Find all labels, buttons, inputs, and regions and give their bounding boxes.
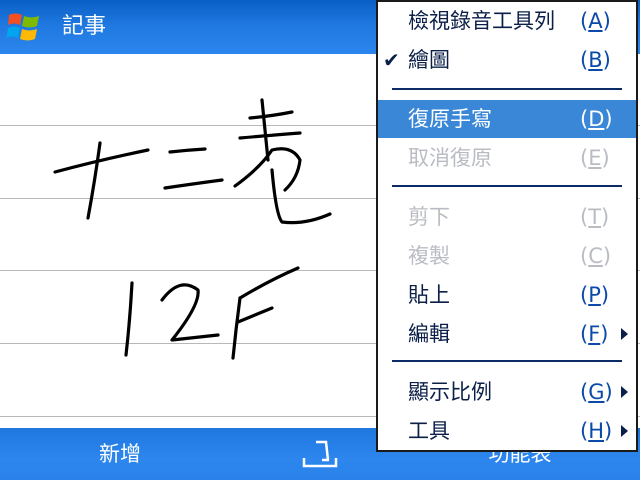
menu-item-label: 檢視錄音工具列 (408, 9, 555, 33)
shortcut-letter: B (588, 48, 603, 72)
submenu-arrow-icon (621, 425, 628, 437)
menu-item-shortcut: (H) (580, 412, 612, 450)
menu-item-shortcut: (A) (580, 2, 611, 40)
menu-item-cut: 剪下 (T) (378, 198, 636, 236)
context-menu: 檢視錄音工具列 (A) ✔ 繪圖 (B) 復原手寫 (D) 取消復原 (E) 剪下 (T) 複製 (C)… (376, 0, 638, 452)
menu-item-label: 貼上 (408, 283, 450, 307)
menu-item-copy: 複製 (C) (378, 237, 636, 275)
ink-stroke (236, 306, 274, 324)
shortcut-letter: D (588, 107, 605, 131)
shortcut-paren: ) (602, 244, 612, 268)
menu-item-label: 繪圖 (408, 48, 450, 72)
ink-stroke (238, 266, 300, 300)
new-softkey[interactable]: 新增 (0, 428, 240, 480)
menu-item-edit[interactable]: 編輯 (F) (378, 315, 636, 353)
menu-item-label: 編輯 (408, 322, 450, 346)
shortcut-paren: ( (580, 48, 589, 72)
menu-item-label: 工具 (408, 419, 450, 443)
shortcut-paren: ( (580, 107, 589, 131)
menu-item-shortcut: (B) (580, 41, 611, 79)
menu-item-tools[interactable]: 工具 (H) (378, 412, 636, 450)
shortcut-paren: ) (601, 205, 610, 229)
shortcut-paren: ) (604, 107, 613, 131)
shortcut-letter: G (588, 380, 605, 404)
shortcut-paren: ( (580, 244, 589, 268)
ink-stroke (270, 168, 332, 225)
shortcut-paren: ) (600, 322, 609, 346)
ink-stroke (168, 147, 207, 154)
ink-stroke (53, 148, 150, 174)
checkmark-icon: ✔ (383, 48, 400, 72)
menu-item-zoom[interactable]: 顯示比例 (G) (378, 373, 636, 411)
menu-item-view-recording-toolbar[interactable]: 檢視錄音工具列 (A) (378, 2, 636, 40)
menu-item-label: 復原手寫 (408, 107, 492, 131)
menu-item-label: 剪下 (408, 205, 450, 229)
keyboard-input-icon[interactable] (302, 438, 338, 472)
ink-stroke (160, 283, 220, 342)
shortcut-paren: ( (580, 205, 589, 229)
shortcut-paren: ( (580, 146, 589, 170)
submenu-arrow-icon (621, 386, 628, 398)
menu-item-shortcut: (E) (580, 139, 610, 177)
shortcut-paren: ( (580, 380, 589, 404)
shortcut-paren: ) (604, 380, 613, 404)
shortcut-paren: ) (602, 48, 611, 72)
menu-item-shortcut: (F) (580, 315, 609, 353)
ink-stroke (86, 141, 102, 220)
shortcut-letter: P (588, 283, 601, 307)
shortcut-paren: ) (602, 9, 611, 33)
shortcut-letter: C (588, 244, 603, 268)
menu-item-shortcut: (T) (580, 198, 609, 236)
ink-stroke (233, 147, 302, 192)
ink-stroke (260, 98, 270, 162)
shortcut-paren: ( (580, 322, 589, 346)
shortcut-letter: H (588, 419, 604, 443)
shortcut-letter: T (588, 205, 602, 229)
shortcut-letter: F (588, 322, 601, 346)
ink-stroke (248, 110, 294, 120)
shortcut-paren: ) (601, 146, 610, 170)
menu-item-drawing[interactable]: ✔ 繪圖 (B) (378, 41, 636, 79)
menu-separator (392, 88, 622, 90)
menu-separator (392, 360, 622, 362)
menu-item-shortcut: (C) (580, 237, 611, 275)
submenu-arrow-icon (621, 328, 628, 340)
shortcut-letter: E (588, 146, 602, 170)
shortcut-paren: ) (604, 419, 613, 443)
menu-item-redo: 取消復原 (E) (378, 139, 636, 177)
menu-separator (392, 185, 622, 187)
ink-stroke (163, 178, 224, 190)
menu-item-shortcut: (D) (580, 100, 613, 138)
shortcut-paren: ( (580, 419, 589, 443)
shortcut-letter: A (588, 9, 603, 33)
ink-stroke (238, 131, 302, 140)
menu-item-label: 複製 (408, 244, 450, 268)
shortcut-paren: ( (580, 283, 589, 307)
menu-item-paste[interactable]: 貼上 (P) (378, 276, 636, 314)
ink-stroke (124, 281, 134, 357)
shortcut-paren: ) (600, 283, 610, 307)
menu-item-label: 顯示比例 (408, 380, 492, 404)
menu-item-undo-handwriting[interactable]: 復原手寫 (D) (378, 100, 636, 138)
menu-item-shortcut: (G) (580, 373, 613, 411)
shortcut-paren: ( (580, 9, 589, 33)
menu-item-shortcut: (P) (580, 276, 609, 314)
menu-item-label: 取消復原 (408, 146, 492, 170)
ink-stroke (231, 296, 242, 360)
